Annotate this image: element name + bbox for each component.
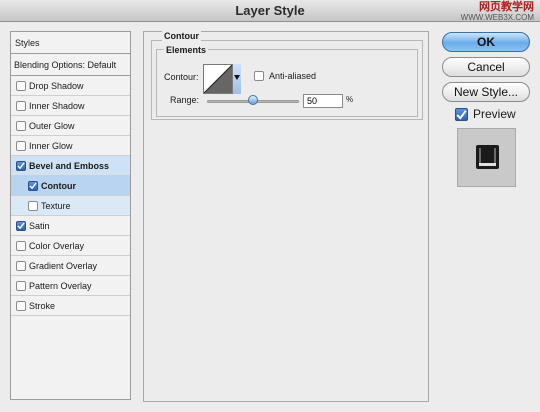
style-item-label: Inner Glow: [29, 140, 73, 151]
style-item-label: Color Overlay: [29, 240, 85, 251]
chevron-down-icon: [234, 75, 240, 80]
style-item-label: Gradient Overlay: [29, 260, 98, 271]
style-item-label: Bevel and Emboss: [29, 160, 110, 171]
style-item-pattern-overlay[interactable]: Pattern Overlay: [11, 276, 130, 296]
style-item-checkbox[interactable]: [16, 120, 26, 131]
style-item-checkbox[interactable]: [28, 200, 38, 211]
ok-button[interactable]: OK: [442, 32, 530, 52]
range-slider-thumb[interactable]: [248, 95, 258, 105]
watermark: 网页教学网 WWW.WEB3X.COM: [461, 2, 534, 22]
style-item-label: Pattern Overlay: [29, 280, 92, 291]
style-item-label: Contour: [41, 180, 76, 191]
style-item-color-overlay[interactable]: Color Overlay: [11, 236, 130, 256]
style-item-outer-glow[interactable]: Outer Glow: [11, 116, 130, 136]
style-item-checkbox[interactable]: [16, 140, 26, 151]
checkmark-icon: [17, 222, 25, 230]
style-item-checkbox[interactable]: [16, 220, 26, 231]
style-item-drop-shadow[interactable]: Drop Shadow: [11, 76, 130, 96]
window-title: Layer Style: [235, 3, 305, 18]
style-item-checkbox[interactable]: [16, 300, 26, 311]
style-item-checkbox[interactable]: [16, 80, 26, 91]
style-item-label: Stroke: [29, 300, 56, 311]
watermark-line2: WWW.WEB3X.COM: [460, 13, 534, 22]
style-item-checkbox[interactable]: [16, 240, 26, 251]
checkmark-icon: [456, 109, 467, 120]
preview-swatch: [476, 145, 499, 169]
elements-group: [156, 49, 418, 117]
anti-aliased-checkbox[interactable]: Anti-aliased: [254, 71, 316, 81]
title-bar: Layer Style 网页教学网 WWW.WEB3X.COM: [0, 0, 540, 22]
checkmark-icon: [17, 162, 25, 170]
style-item-label: Texture: [41, 200, 71, 211]
new-style-button[interactable]: New Style...: [442, 82, 530, 102]
blending-options[interactable]: Blending Options: Default: [11, 54, 130, 76]
style-item-contour[interactable]: Contour: [11, 176, 130, 196]
preview-checkbox[interactable]: Preview: [455, 107, 516, 121]
style-item-checkbox[interactable]: [28, 180, 38, 191]
style-item-satin[interactable]: Satin: [11, 216, 130, 236]
anti-aliased-checkbox-box[interactable]: [254, 71, 264, 81]
style-item-bevel-and-emboss[interactable]: Bevel and Emboss: [11, 156, 130, 176]
styles-list: Styles Blending Options: Default Drop Sh…: [10, 31, 131, 400]
contour-label: Contour:: [164, 72, 199, 82]
cancel-button[interactable]: Cancel: [442, 57, 530, 77]
style-item-label: Drop Shadow: [29, 80, 84, 91]
contour-group-title: Contour: [162, 31, 201, 41]
preview-thumbnail: [457, 128, 516, 187]
style-item-inner-shadow[interactable]: Inner Shadow: [11, 96, 130, 116]
style-item-label: Inner Shadow: [29, 100, 85, 111]
style-item-label: Satin: [29, 220, 50, 231]
styles-header[interactable]: Styles: [11, 32, 130, 54]
style-item-label: Outer Glow: [29, 120, 75, 131]
anti-aliased-label: Anti-aliased: [269, 71, 317, 81]
preview-checkbox-box[interactable]: [455, 107, 468, 121]
style-item-checkbox[interactable]: [16, 280, 26, 291]
range-unit: %: [346, 95, 354, 104]
style-item-stroke[interactable]: Stroke: [11, 296, 130, 316]
style-item-checkbox[interactable]: [16, 260, 26, 271]
preview-label: Preview: [473, 107, 516, 121]
contour-settings-panel: Contour Elements Contour: Anti-aliased R…: [143, 31, 429, 402]
checkmark-icon: [29, 182, 37, 190]
style-item-checkbox[interactable]: [16, 160, 26, 171]
watermark-line1: 网页教学网: [479, 1, 534, 13]
range-label: Range:: [170, 95, 200, 105]
contour-dropdown-button[interactable]: [232, 64, 241, 94]
style-item-inner-glow[interactable]: Inner Glow: [11, 136, 130, 156]
style-item-gradient-overlay[interactable]: Gradient Overlay: [11, 256, 130, 276]
range-input[interactable]: [303, 94, 343, 108]
elements-group-title: Elements: [164, 45, 209, 55]
style-item-texture[interactable]: Texture: [11, 196, 130, 216]
style-item-checkbox[interactable]: [16, 100, 26, 111]
contour-curve-icon: [203, 64, 233, 94]
